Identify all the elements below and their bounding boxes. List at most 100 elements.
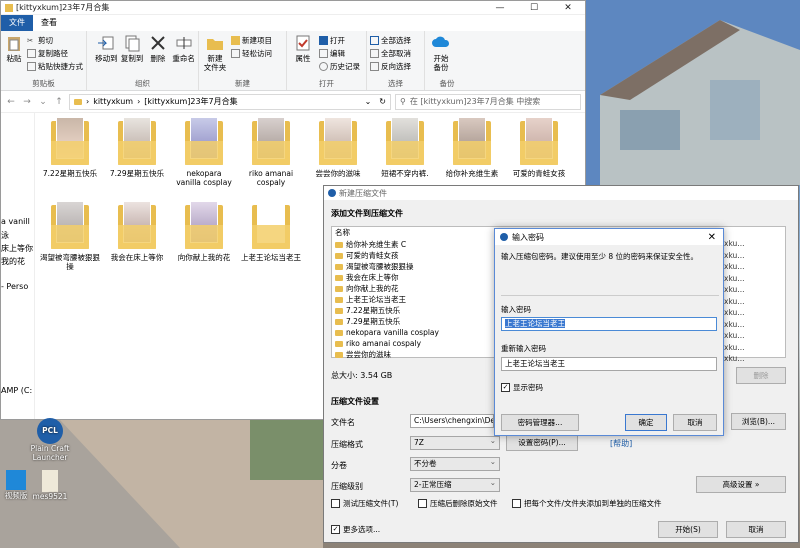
- maximize-button[interactable]: ☐: [517, 3, 551, 13]
- nav-item[interactable]: - Perso: [1, 282, 34, 295]
- address-bar[interactable]: › kittyxkum › [kittyxkum]23年7月合集 ⌄ ↻: [69, 93, 391, 110]
- up-arrow-icon[interactable]: ↑: [53, 97, 65, 107]
- nav-item[interactable]: [1, 295, 34, 308]
- address-row: ← → ⌄ ↑ › kittyxkum › [kittyxkum]23年7月合集…: [1, 91, 585, 113]
- repeat-password-input[interactable]: 上老王论坛当老王: [501, 357, 717, 371]
- breadcrumb-item[interactable]: kittyxkum: [93, 97, 133, 106]
- minimize-button[interactable]: —: [483, 3, 517, 13]
- nav-item[interactable]: [1, 334, 34, 347]
- address-dropdown-icon[interactable]: ⌄: [365, 97, 372, 106]
- advanced-button[interactable]: 高级设置 »: [696, 476, 786, 493]
- open-icon: [319, 36, 328, 45]
- easy-access-icon: [231, 49, 240, 58]
- chevron-down-icon[interactable]: ⌄: [37, 97, 49, 107]
- paste-shortcut-button[interactable]: 粘贴快捷方式: [27, 61, 83, 72]
- nav-item[interactable]: [1, 152, 34, 165]
- select-none-button[interactable]: 全部取消: [370, 48, 411, 59]
- rename-icon: [176, 37, 192, 49]
- nav-item[interactable]: [1, 165, 34, 178]
- nav-item[interactable]: 泳: [1, 230, 34, 243]
- file-item[interactable]: 7.29星期五快乐: [104, 117, 170, 178]
- nav-item[interactable]: [1, 373, 34, 386]
- ok-button[interactable]: 确定: [625, 414, 667, 431]
- nav-item[interactable]: [1, 360, 34, 373]
- cancel-button[interactable]: 取消: [673, 414, 717, 431]
- close-button[interactable]: ✕: [551, 3, 585, 13]
- nav-item[interactable]: [1, 126, 34, 139]
- test-checkbox[interactable]: 测试压缩文件(T): [331, 498, 398, 509]
- tab-file[interactable]: 文件: [1, 15, 33, 31]
- set-password-button[interactable]: 设置密码(P)...: [506, 434, 578, 451]
- filename-input[interactable]: C:\Users\chengxin\Desk: [410, 414, 494, 428]
- format-select[interactable]: 7Z: [410, 435, 500, 450]
- navigation-pane: a vanill 泳床上等你 我的花 - Perso AMP (C:: [1, 113, 35, 419]
- nav-item[interactable]: a vanill: [1, 217, 34, 230]
- folder-thumbnail-icon: [118, 201, 156, 249]
- invert-selection-button[interactable]: 反向选择: [370, 61, 411, 72]
- desktop-icon-2[interactable]: mes9521: [32, 470, 68, 501]
- password-input[interactable]: 上老王论坛当老王: [501, 317, 717, 331]
- delete-source-checkbox[interactable]: 压缩后删除原始文件: [418, 498, 498, 509]
- nav-item[interactable]: [1, 113, 34, 126]
- properties-label: 属性: [295, 54, 311, 63]
- desktop-icon-1[interactable]: 视频版: [0, 470, 32, 501]
- ribbon: 粘贴 ✂ 剪切 复制路径 粘贴快捷方式 剪贴板 移动到 复制到 删除 重命名 组织…: [1, 31, 585, 91]
- easy-access-button[interactable]: 轻松访问: [231, 48, 272, 59]
- history-button[interactable]: 历史记录: [319, 61, 360, 72]
- show-password-checkbox[interactable]: ✓ 显示密码: [501, 382, 543, 393]
- nav-item[interactable]: [1, 204, 34, 217]
- desktop-icon-pcl[interactable]: PCL Plain Craft Launcher: [28, 418, 72, 462]
- search-input[interactable]: ⚲ 在 [kittyxkum]23年7月合集 中搜索: [395, 93, 581, 110]
- nav-item[interactable]: [1, 321, 34, 334]
- more-label: 更多选项...: [343, 525, 381, 534]
- copy-path-button[interactable]: 复制路径: [27, 48, 83, 59]
- cut-button[interactable]: ✂ 剪切: [27, 35, 83, 46]
- nav-item[interactable]: 我的花: [1, 256, 34, 269]
- file-item[interactable]: 7.22星期五快乐: [37, 117, 103, 178]
- nav-item[interactable]: [1, 308, 34, 321]
- separate-archives-checkbox[interactable]: 把每个文件/文件夹添加到单独的压缩文件: [512, 498, 662, 509]
- forward-arrow-icon[interactable]: →: [21, 97, 33, 107]
- nav-item[interactable]: [1, 139, 34, 152]
- file-item[interactable]: 尝尝你的滋味: [305, 117, 371, 178]
- help-link[interactable]: [帮助]: [610, 438, 632, 449]
- tab-view[interactable]: 查看: [33, 15, 65, 31]
- nav-item[interactable]: AMP (C:: [1, 386, 34, 399]
- select-all-button[interactable]: 全部选择: [370, 35, 411, 46]
- clipboard-group: 粘贴 ✂ 剪切 复制路径 粘贴快捷方式 剪贴板: [1, 31, 87, 90]
- nav-item[interactable]: [1, 178, 34, 191]
- refresh-icon[interactable]: ↻: [379, 97, 386, 106]
- paste-label: 粘贴: [6, 54, 22, 63]
- level-select[interactable]: 2-正常压缩: [410, 477, 500, 492]
- folder-icon: [5, 3, 13, 12]
- close-icon[interactable]: ✕: [708, 232, 716, 243]
- edit-button[interactable]: 编辑: [319, 48, 360, 59]
- browse-button[interactable]: 浏览(B)...: [731, 413, 786, 430]
- checkbox-checked-icon: ✓: [331, 525, 340, 534]
- remove-button[interactable]: 删除: [736, 367, 786, 384]
- nav-item[interactable]: 床上等你: [1, 243, 34, 256]
- breadcrumb-item[interactable]: [kittyxkum]23年7月合集: [144, 96, 237, 107]
- start-button[interactable]: 开始(S): [658, 521, 718, 538]
- split-select[interactable]: 不分卷: [410, 456, 500, 471]
- new-item-button[interactable]: 新建项目: [231, 35, 272, 46]
- more-options-checkbox[interactable]: ✓ 更多选项...: [331, 524, 380, 535]
- file-item[interactable]: nekopara vanilla cosplay: [171, 117, 237, 187]
- open-button[interactable]: 打开: [319, 35, 360, 46]
- app-icon: [6, 470, 26, 490]
- nav-item[interactable]: [1, 347, 34, 360]
- nav-item[interactable]: [1, 269, 34, 282]
- nav-item[interactable]: [1, 191, 34, 204]
- file-item[interactable]: 可爱的青蛙女孩: [506, 117, 572, 178]
- cancel-button[interactable]: 取消: [726, 521, 786, 538]
- password-manager-button[interactable]: 密码管理器...: [501, 414, 579, 431]
- back-arrow-icon[interactable]: ←: [5, 97, 17, 107]
- list-item-owner: xku...: [724, 354, 745, 363]
- file-item[interactable]: 向你献上我的花: [171, 201, 237, 262]
- file-item[interactable]: 渴望被弯腰被狠狠操: [37, 201, 103, 271]
- file-item[interactable]: 我会在床上等你: [104, 201, 170, 262]
- file-item[interactable]: riko amanai cospaly: [238, 117, 304, 187]
- file-item[interactable]: 短裙不穿内裤.: [372, 117, 438, 178]
- file-item[interactable]: 给你补充维生素: [439, 117, 505, 178]
- file-item[interactable]: 上老王论坛当老王: [238, 201, 304, 262]
